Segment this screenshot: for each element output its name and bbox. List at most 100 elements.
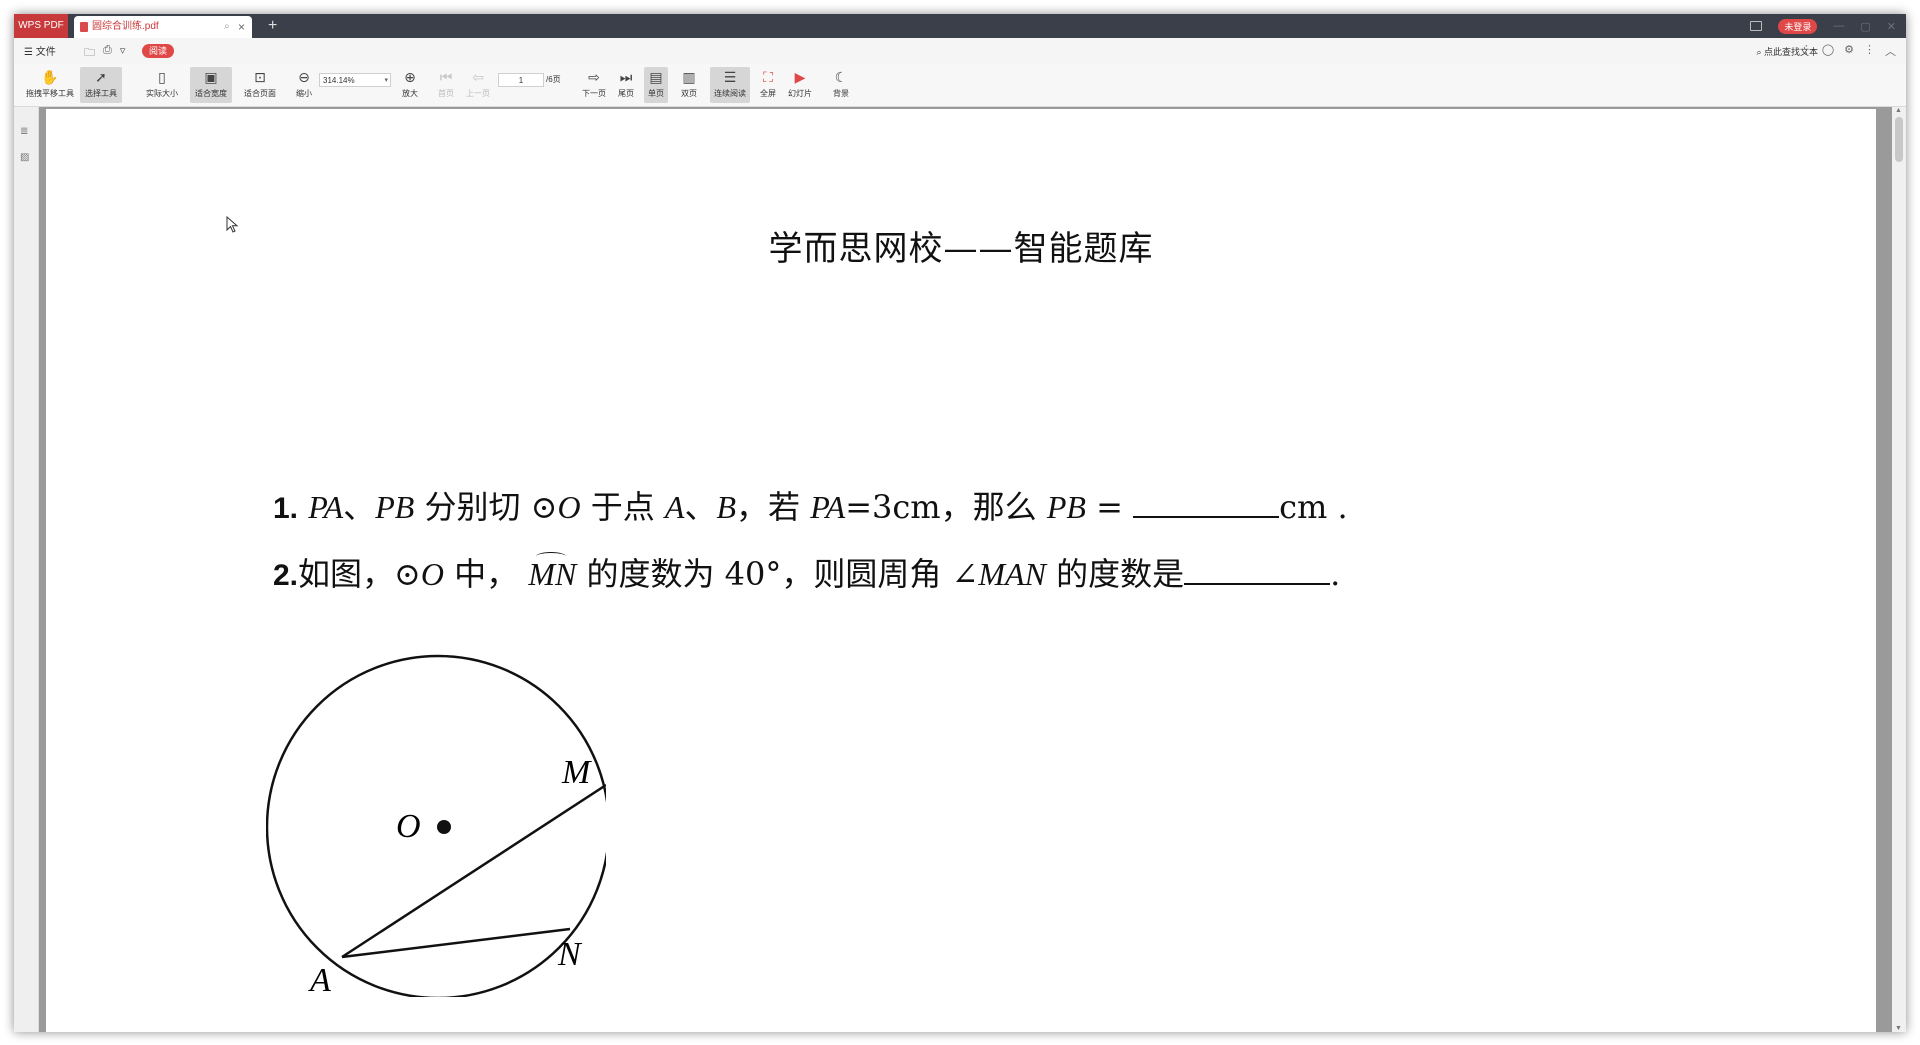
page-number-input[interactable]: 1 [498, 73, 544, 87]
continuous-icon: ☰ [723, 69, 737, 85]
app-badge[interactable]: WPS PDF [14, 14, 68, 38]
comment-icon[interactable]: ◯ [1822, 43, 1834, 59]
maximize-button[interactable]: ▢ [1860, 20, 1870, 33]
text-segment: 中， [443, 555, 519, 593]
slideshow-button[interactable]: ▶ 幻灯片 [784, 67, 816, 103]
single-page-button[interactable]: ▤ 单页 [644, 67, 668, 103]
actual-size-button[interactable]: ▯ 实际大小 [140, 67, 184, 103]
math-var: O [557, 489, 581, 525]
arrow-right-icon: ⇨ [588, 69, 600, 85]
tab-label: 圆综合训练.pdf [92, 21, 159, 32]
arrow-left-icon: ⇦ [472, 69, 484, 85]
pin-icon[interactable]: ⌕ [224, 16, 230, 38]
text-segment: =3cm，那么 [845, 488, 1047, 526]
more-menu-icon[interactable]: ⋮ [1864, 43, 1875, 59]
fit-width-label: 适合宽度 [195, 89, 227, 98]
toolbar: ✋ 拖拽平移工具 ➚ 选择工具 ▯ 实际大小 ▣ 适合宽度 ⊡ 适合页面 ⊖ 缩… [14, 64, 1906, 107]
last-page-button[interactable]: ⏭ 尾页 [614, 67, 638, 103]
pan-tool-button[interactable]: ✋ 拖拽平移工具 [22, 67, 78, 103]
zoom-level-input[interactable]: 314.14% ▾ [319, 73, 391, 87]
double-page-label: 双页 [681, 89, 697, 98]
scroll-down-icon[interactable]: ▼ [1895, 1025, 1902, 1032]
prev-page-label: 上一页 [466, 89, 490, 98]
question-2: 2.如图，⊙O 中， MN 的度数为 40°，则圆周角 ∠MAN 的度数是. [273, 549, 1340, 595]
question-number: 1. [273, 492, 299, 525]
outline-icon[interactable]: ≣ [20, 127, 31, 137]
chord-am [341, 783, 606, 959]
math-var: PA [308, 489, 344, 525]
collapse-icon[interactable]: ︿ [1885, 43, 1896, 59]
settings-icon[interactable]: ⚙ [1844, 43, 1854, 59]
close-window-button[interactable]: ✕ [1887, 20, 1896, 33]
next-page-label: 下一页 [582, 89, 606, 98]
hand-icon: ✋ [41, 69, 59, 85]
label-n: N [557, 936, 583, 973]
read-mode-button[interactable]: 阅读 [142, 44, 175, 58]
dropdown-icon[interactable]: ▿ [120, 44, 126, 63]
chord-an [341, 927, 571, 959]
menu-bar: ☰ 文件 🗀 ⎙ ▿ 阅读 ⌕ 点此查找文本 ⋮ ◯ ⚙ ⋮ ︿ [14, 38, 1906, 65]
answer-blank [1133, 490, 1280, 518]
text-segment: 、 [343, 488, 376, 526]
more-icon[interactable]: ⋮ [1801, 43, 1812, 59]
question-1: 1. PA、PB 分别切 ⊙O 于点 A、B，若 PA=3cm，那么 PB = … [273, 482, 1348, 528]
answer-blank [1184, 557, 1331, 585]
zoom-in-icon: ⊕ [404, 69, 416, 85]
scroll-up-icon[interactable]: ▲ [1895, 107, 1902, 114]
open-folder-icon[interactable]: 🗀 [84, 44, 95, 63]
zoom-out-button[interactable]: ⊖ 缩小 [292, 67, 316, 103]
document-tab[interactable]: 圆综合训练.pdf ⌕ × [74, 16, 252, 38]
tab-close-icon[interactable]: × [238, 16, 245, 38]
fit-page-button[interactable]: ⊡ 适合页面 [238, 67, 282, 103]
page-title: 学而思网校——智能题库 [768, 229, 1154, 269]
arc-notation: MN [528, 552, 577, 592]
background-button[interactable]: ☾ 背景 [826, 67, 856, 103]
document-viewport[interactable]: 学而思网校——智能题库 1. PA、PB 分别切 ⊙O 于点 A、B，若 PA=… [39, 107, 1892, 1032]
scroll-thumb[interactable] [1895, 117, 1903, 162]
prev-page-button[interactable]: ⇦ 上一页 [464, 67, 492, 103]
circle-symbol: ⊙ [530, 488, 558, 526]
math-var: PB [1046, 489, 1086, 525]
math-var: PA [810, 489, 846, 525]
title-bar: WPS PDF 圆综合训练.pdf ⌕ × + 未登录 — ▢ ✕ [14, 14, 1906, 38]
login-button[interactable]: 未登录 [1778, 18, 1818, 34]
unit-text: cm . [1279, 488, 1348, 526]
file-menu[interactable]: ☰ 文件 [24, 43, 56, 58]
text-segment: = [1085, 488, 1134, 526]
pointer-icon: ➚ [95, 69, 107, 85]
minimize-button[interactable]: — [1833, 20, 1844, 32]
fit-page-icon: ⊡ [254, 69, 266, 85]
app-window: WPS PDF 圆综合训练.pdf ⌕ × + 未登录 — ▢ ✕ ☰ 文件 🗀… [14, 14, 1906, 1032]
print-icon[interactable]: ⎙ [103, 44, 112, 63]
new-tab-button[interactable]: + [268, 14, 277, 38]
select-tool-button[interactable]: ➚ 选择工具 [80, 67, 122, 103]
double-page-button[interactable]: ▥ 双页 [674, 67, 704, 103]
first-page-icon: ⏮ [439, 69, 453, 85]
zoom-out-label: 缩小 [296, 89, 312, 98]
actual-size-label: 实际大小 [146, 89, 178, 98]
zoom-value: 314.14% [323, 76, 355, 85]
text-segment: 于点 [580, 488, 665, 526]
fit-width-button[interactable]: ▣ 适合宽度 [190, 67, 232, 103]
last-page-label: 尾页 [618, 89, 634, 98]
fullscreen-label: 全屏 [760, 89, 776, 98]
menu-right-icons: ⋮ ◯ ⚙ ⋮ ︿ [1801, 43, 1896, 59]
math-var: A [664, 489, 685, 525]
circle-symbol: ⊙ [394, 555, 421, 593]
actual-size-icon: ▯ [158, 69, 166, 85]
zoom-dropdown-icon[interactable]: ▾ [384, 74, 388, 88]
first-page-button[interactable]: ⏮ 首页 [434, 67, 458, 103]
thumbnail-icon[interactable]: ▨ [20, 153, 31, 163]
zoom-in-button[interactable]: ⊕ 放大 [398, 67, 422, 103]
vertical-scrollbar[interactable]: ▲ ▼ [1892, 107, 1906, 1032]
label-m: M [561, 754, 592, 791]
single-page-label: 单页 [648, 89, 664, 98]
first-page-label: 首页 [438, 89, 454, 98]
next-page-button[interactable]: ⇨ 下一页 [580, 67, 608, 103]
continuous-read-button[interactable]: ☰ 连续阅读 [710, 67, 750, 103]
text-segment: 的度数是 [1045, 555, 1185, 593]
continuous-label: 连续阅读 [714, 89, 746, 98]
device-icon[interactable] [1750, 21, 1763, 31]
zoom-out-icon: ⊖ [298, 69, 310, 85]
fullscreen-button[interactable]: ⛶ 全屏 [756, 67, 780, 103]
